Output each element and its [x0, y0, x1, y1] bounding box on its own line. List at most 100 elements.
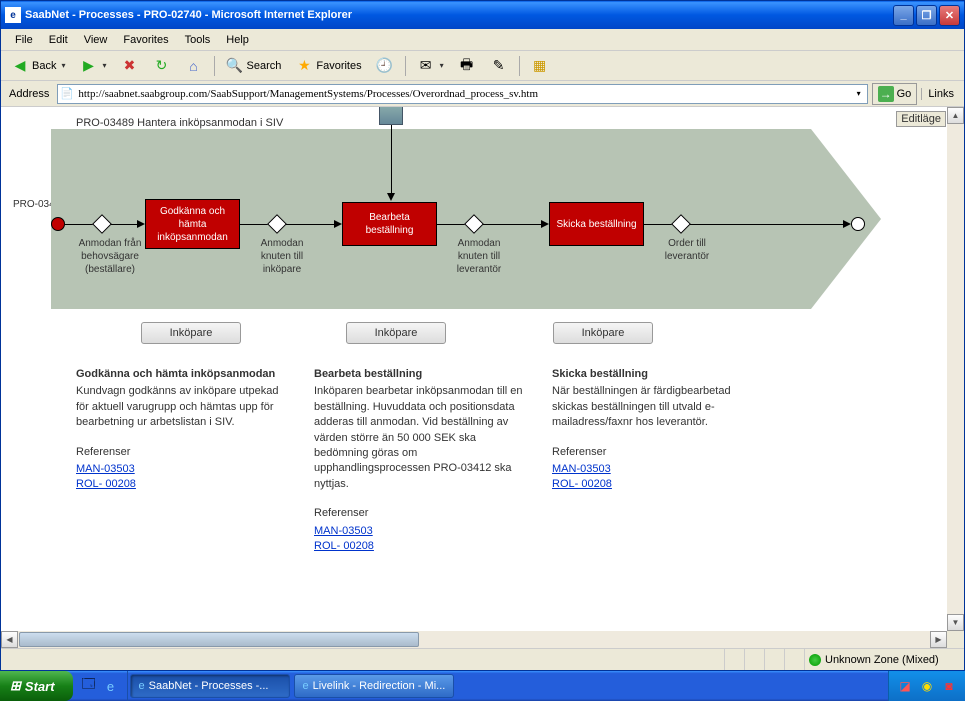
search-icon: 🔍 [226, 57, 244, 75]
star-icon: ★ [295, 57, 313, 75]
process-title: PRO-03489 Hantera inköpsanmodan i SIV [76, 117, 283, 129]
col3-ref-1[interactable]: MAN-03503 [552, 462, 762, 477]
down-arrow-line [391, 125, 392, 195]
down-arrowhead-icon [387, 193, 395, 201]
scroll-left-button[interactable]: ◀ [1, 631, 18, 648]
tray-icon-1[interactable]: ◪ [897, 678, 913, 694]
task2-label: Livelink - Redirection - Mi... [313, 680, 446, 692]
editmode-button[interactable]: Editläge [896, 111, 946, 127]
status-cell [724, 649, 744, 670]
role-button-1[interactable]: Inköpare [141, 322, 241, 344]
tray-icon-2[interactable]: ◉ [919, 678, 935, 694]
discuss-button[interactable]: ▦ [525, 53, 555, 79]
role-button-2[interactable]: Inköpare [346, 322, 446, 344]
scroll-thumb[interactable] [19, 632, 419, 647]
mail-icon: ✉ [417, 57, 435, 75]
page-icon: 📄 [60, 87, 76, 100]
flow-line [111, 224, 139, 225]
ie-icon: e [5, 7, 21, 23]
column-2: Bearbeta beställning Inköparen bearbetar… [314, 367, 524, 554]
back-button[interactable]: ◀ Back ▾ [5, 53, 71, 79]
tray-icon-3[interactable]: ◙ [941, 678, 957, 694]
chevron-down-icon: ▾ [440, 61, 444, 70]
search-button[interactable]: 🔍 Search [220, 53, 288, 79]
col1-ref-1[interactable]: MAN-03503 [76, 462, 286, 477]
scroll-down-button[interactable]: ▼ [947, 614, 964, 631]
scroll-right-button[interactable]: ▶ [930, 631, 947, 648]
address-dropdown[interactable]: ▾ [851, 89, 867, 98]
ie-icon: e [139, 680, 145, 692]
menu-help[interactable]: Help [218, 32, 257, 48]
refresh-button[interactable]: ↻ [147, 53, 177, 79]
edit-button[interactable]: ✎ [484, 53, 514, 79]
status-cell [764, 649, 784, 670]
address-input[interactable] [78, 85, 850, 103]
print-button[interactable]: 🖶 [452, 53, 482, 79]
links-label[interactable]: Links [921, 88, 960, 100]
go-button[interactable]: → Go [872, 83, 918, 105]
menu-favorites[interactable]: Favorites [115, 32, 176, 48]
system-tray: ◪ ◉ ◙ [888, 671, 965, 701]
address-label: Address [5, 88, 53, 100]
label-anmodan-3: Anmodan knuten till leverantör [447, 237, 511, 276]
ie-window: e SaabNet - Processes - PRO-02740 - Micr… [0, 0, 965, 671]
back-icon: ◀ [11, 57, 29, 75]
mail-button[interactable]: ✉▾ [411, 53, 450, 79]
start-button[interactable]: ⊞ Start [0, 671, 73, 701]
toolbar: ◀ Back ▾ ▶ ▾ ✖ ↻ ⌂ 🔍 Search ★ Favorites … [1, 51, 964, 81]
document-icon[interactable] [379, 107, 403, 125]
col3-ref-2[interactable]: ROL- 00208 [552, 477, 762, 492]
arrow-head [811, 129, 881, 309]
stop-icon: ✖ [121, 57, 139, 75]
history-button[interactable]: 🕘 [370, 53, 400, 79]
status-cell [744, 649, 764, 670]
taskbar-task-1[interactable]: e SaabNet - Processes -... [130, 674, 290, 698]
menu-edit[interactable]: Edit [41, 32, 76, 48]
ie-ql-icon[interactable]: e [101, 676, 121, 696]
col2-ref-2[interactable]: ROL- 00208 [314, 539, 524, 554]
edit-icon: ✎ [490, 57, 508, 75]
taskbar: ⊞ Start 🗔 e e SaabNet - Processes -... e… [0, 671, 965, 701]
scroll-track[interactable] [18, 631, 930, 648]
role-button-3[interactable]: Inköpare [553, 322, 653, 344]
forward-button[interactable]: ▶ ▾ [73, 53, 112, 79]
separator [405, 56, 406, 76]
separator [519, 56, 520, 76]
col3-body: När beställningen är färdigbearbetad ski… [552, 384, 762, 430]
taskbar-task-2[interactable]: e Livelink - Redirection - Mi... [294, 674, 455, 698]
scroll-corner [947, 631, 964, 648]
show-desktop-icon[interactable]: 🗔 [79, 676, 99, 696]
status-cell [784, 649, 804, 670]
chevron-down-icon: ▾ [102, 61, 106, 70]
favorites-label: Favorites [316, 60, 361, 72]
col1-ref-2[interactable]: ROL- 00208 [76, 477, 286, 492]
col2-ref-1[interactable]: MAN-03503 [314, 524, 524, 539]
process-box-3[interactable]: Skicka beställning [549, 202, 644, 246]
discuss-icon: ▦ [531, 57, 549, 75]
flow-line [483, 224, 543, 225]
home-button[interactable]: ⌂ [179, 53, 209, 79]
column-1: Godkänna och hämta inköpsanmodan Kundvag… [76, 367, 286, 554]
scroll-track[interactable] [947, 124, 964, 614]
flow-line [65, 224, 95, 225]
statusbar: Unknown Zone (Mixed) [1, 648, 964, 670]
process-box-1[interactable]: Godkänna och hämta inköpsanmodan [145, 199, 240, 249]
vertical-scrollbar[interactable]: ▲ ▼ [947, 107, 964, 631]
process-box-2[interactable]: Bearbeta beställning [342, 202, 437, 246]
menu-view[interactable]: View [76, 32, 116, 48]
print-icon: 🖶 [458, 57, 476, 75]
scroll-up-button[interactable]: ▲ [947, 107, 964, 124]
close-button[interactable]: ✕ [939, 5, 960, 26]
go-label: Go [897, 88, 912, 100]
minimize-button[interactable]: _ [893, 5, 914, 26]
flow-line [437, 224, 467, 225]
menu-file[interactable]: File [7, 32, 41, 48]
favorites-button[interactable]: ★ Favorites [289, 53, 367, 79]
history-icon: 🕘 [376, 57, 394, 75]
menu-tools[interactable]: Tools [177, 32, 219, 48]
stop-button[interactable]: ✖ [115, 53, 145, 79]
restore-button[interactable]: ❐ [916, 5, 937, 26]
flow-line [644, 224, 674, 225]
horizontal-scrollbar[interactable]: ◀ ▶ [1, 631, 947, 648]
go-icon: → [878, 86, 894, 102]
